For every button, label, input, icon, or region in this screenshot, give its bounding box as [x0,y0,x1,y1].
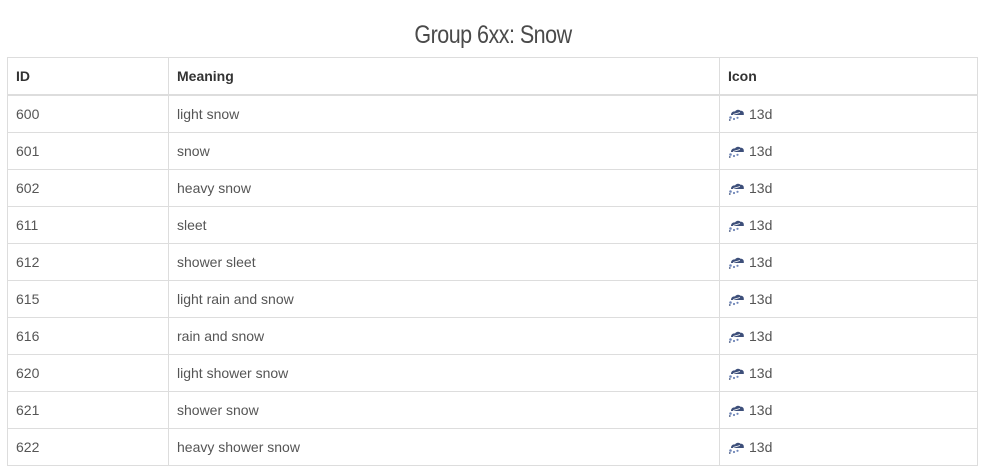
snow-icon [728,403,746,417]
cell-id: 600 [7,94,169,133]
cell-meaning: snow [168,132,720,170]
header-icon: Icon [719,57,978,96]
cell-id: 616 [7,317,169,355]
snow-icon [728,218,746,232]
table-row: 616 rain and snow 13d [7,317,978,355]
icon-code-label: 13d [749,402,773,418]
icon-wrapper: 13d [728,143,969,159]
cell-icon: 13d [719,132,978,170]
cell-icon: 13d [719,317,978,355]
icon-wrapper: 13d [728,439,969,455]
cell-icon: 13d [719,243,978,281]
table-row: 602 heavy snow 13d [7,169,978,207]
icon-wrapper: 13d [728,254,969,270]
header-meaning: Meaning [168,57,720,96]
cell-meaning: heavy shower snow [168,428,720,466]
icon-code-label: 13d [749,143,773,159]
page: Group 6xx: Snow ID Meaning Icon 600 light… [0,0,986,474]
cell-id: 620 [7,354,169,392]
icon-wrapper: 13d [728,328,969,344]
table-row: 611 sleet 13d [7,206,978,244]
cell-meaning: light snow [168,94,720,133]
table-row: 600 light snow 13d [7,94,978,133]
cell-id: 611 [7,206,169,244]
cell-icon: 13d [719,354,978,392]
cell-id: 615 [7,280,169,318]
icon-wrapper: 13d [728,291,969,307]
snow-icon [728,107,746,121]
cell-id: 622 [7,428,169,466]
weather-codes-table: ID Meaning Icon 600 light snow 13d 601 snow 1… [7,57,978,466]
snow-icon [728,181,746,195]
cell-meaning: light shower snow [168,354,720,392]
cell-id: 612 [7,243,169,281]
cell-meaning: shower sleet [168,243,720,281]
cell-icon: 13d [719,391,978,429]
table-row: 615 light rain and snow 13d [7,280,978,318]
icon-code-label: 13d [749,180,773,196]
icon-code-label: 13d [749,328,773,344]
cell-meaning: rain and snow [168,317,720,355]
icon-wrapper: 13d [728,365,969,381]
cell-icon: 13d [719,169,978,207]
cell-icon: 13d [719,428,978,466]
cell-meaning: shower snow [168,391,720,429]
cell-meaning: sleet [168,206,720,244]
table-row: 622 heavy shower snow 13d [7,428,978,466]
snow-icon [728,329,746,343]
cell-id: 601 [7,132,169,170]
icon-code-label: 13d [749,106,773,122]
icon-wrapper: 13d [728,402,969,418]
table-row: 601 snow 13d [7,132,978,170]
cell-meaning: heavy snow [168,169,720,207]
page-title: Group 6xx: Snow [414,21,572,49]
icon-wrapper: 13d [728,217,969,233]
snow-icon [728,440,746,454]
cell-id: 602 [7,169,169,207]
cell-meaning: light rain and snow [168,280,720,318]
cell-icon: 13d [719,94,978,133]
table-header-row: ID Meaning Icon [7,57,978,96]
icon-code-label: 13d [749,365,773,381]
icon-wrapper: 13d [728,180,969,196]
table-body: 600 light snow 13d 601 snow 13d 602 heavy snow 1… [7,94,978,466]
icon-code-label: 13d [749,291,773,307]
snow-icon [728,255,746,269]
snow-icon [728,144,746,158]
table-row: 620 light shower snow 13d [7,354,978,392]
snow-icon [728,366,746,380]
cell-id: 621 [7,391,169,429]
cell-icon: 13d [719,206,978,244]
icon-code-label: 13d [749,217,773,233]
snow-icon [728,292,746,306]
header-id: ID [7,57,169,96]
cell-icon: 13d [719,280,978,318]
icon-wrapper: 13d [728,106,969,122]
table-row: 621 shower snow 13d [7,391,978,429]
table-row: 612 shower sleet 13d [7,243,978,281]
icon-code-label: 13d [749,439,773,455]
icon-code-label: 13d [749,254,773,270]
